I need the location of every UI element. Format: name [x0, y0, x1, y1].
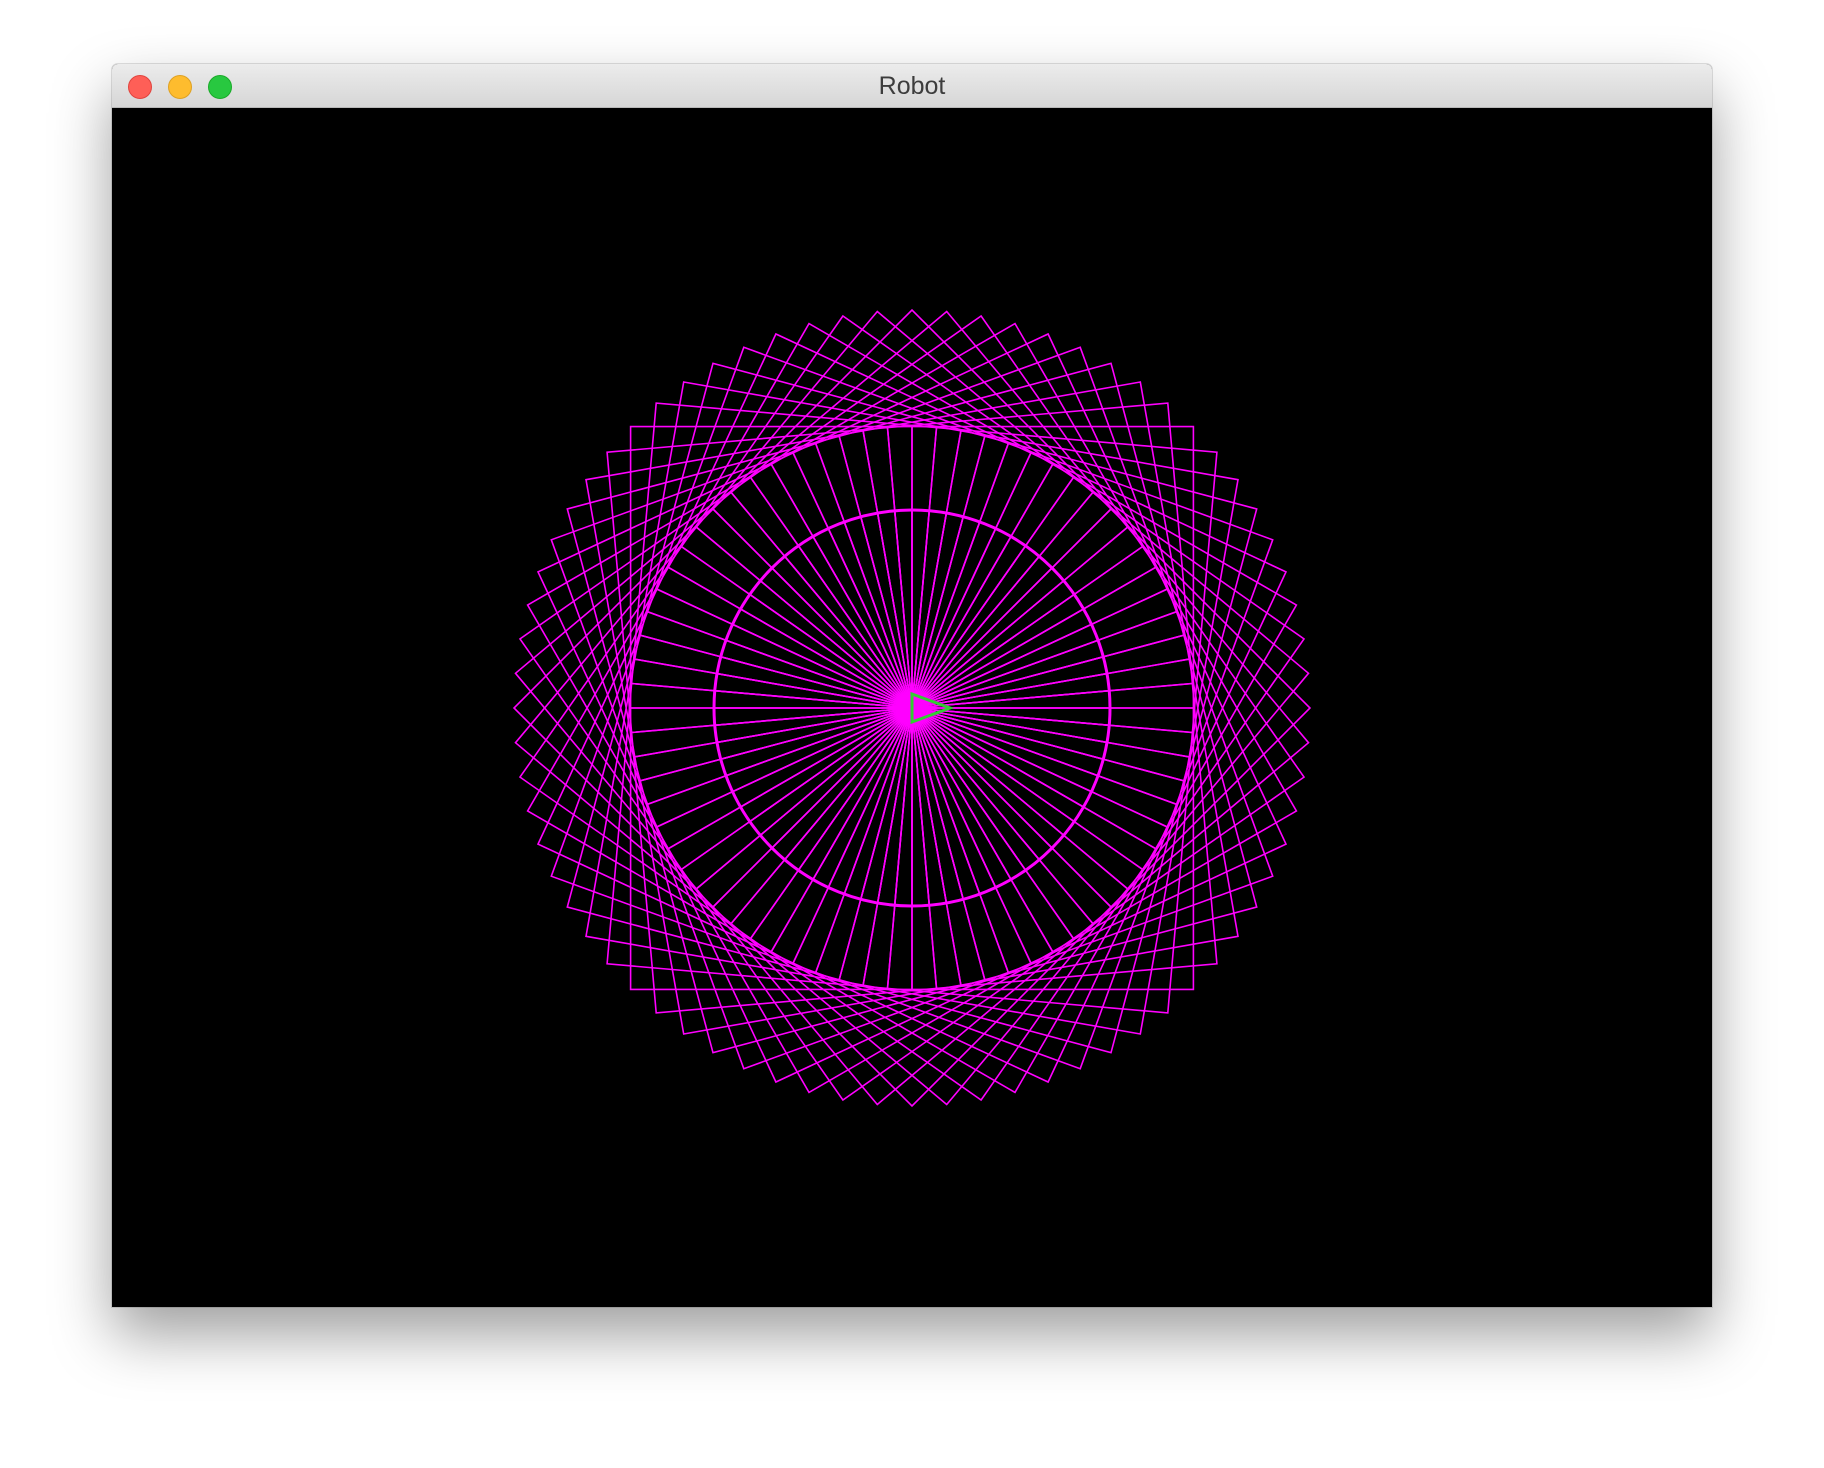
pattern-spoke: [920, 528, 997, 689]
pattern-spoke: [931, 716, 1092, 793]
pattern-spoke: [740, 718, 894, 808]
pattern-spoke: [812, 726, 902, 880]
pattern-spoke: [827, 528, 904, 689]
robot-window: Robot: [112, 64, 1712, 1307]
pattern-spoke: [923, 545, 1027, 691]
pattern-spoke: [913, 510, 931, 687]
pattern-spoke: [922, 536, 1012, 690]
pattern-spoke: [771, 723, 897, 849]
pattern-spoke: [927, 723, 1053, 849]
pattern-spoke: [732, 716, 893, 793]
pattern-spoke: [930, 608, 1084, 698]
pattern-spoke: [929, 719, 1075, 823]
pattern-spoke: [923, 725, 1027, 871]
pattern-spoke: [749, 593, 895, 697]
pattern-spoke: [714, 689, 891, 707]
pattern-spoke: [893, 729, 911, 906]
pattern-spoke: [930, 718, 1084, 808]
title-bar[interactable]: Robot: [112, 64, 1712, 108]
pattern-spoke: [714, 709, 891, 727]
pattern-spoke: [797, 725, 901, 871]
pattern-spoke: [933, 689, 1110, 707]
pattern-spoke: [797, 545, 901, 691]
drawing-canvas: [112, 108, 1712, 1307]
window-title: Robot: [878, 72, 946, 100]
pattern-spoke: [933, 709, 1110, 727]
pattern-spoke: [812, 536, 902, 690]
pattern-spoke: [929, 593, 1075, 697]
pattern-spoke: [922, 726, 1012, 880]
pattern-spoke: [913, 729, 931, 906]
pattern-spoke: [740, 608, 894, 698]
pattern-spoke: [920, 727, 997, 888]
pattern-spoke: [927, 567, 1053, 693]
pattern-spoke: [749, 719, 895, 823]
pattern-spoke: [732, 623, 893, 700]
pattern-spoke: [827, 727, 904, 888]
pattern-spoke: [893, 510, 911, 687]
pattern-spoke: [771, 567, 897, 693]
spirograph-drawing: [512, 308, 1312, 1108]
pattern-spoke: [931, 623, 1092, 700]
